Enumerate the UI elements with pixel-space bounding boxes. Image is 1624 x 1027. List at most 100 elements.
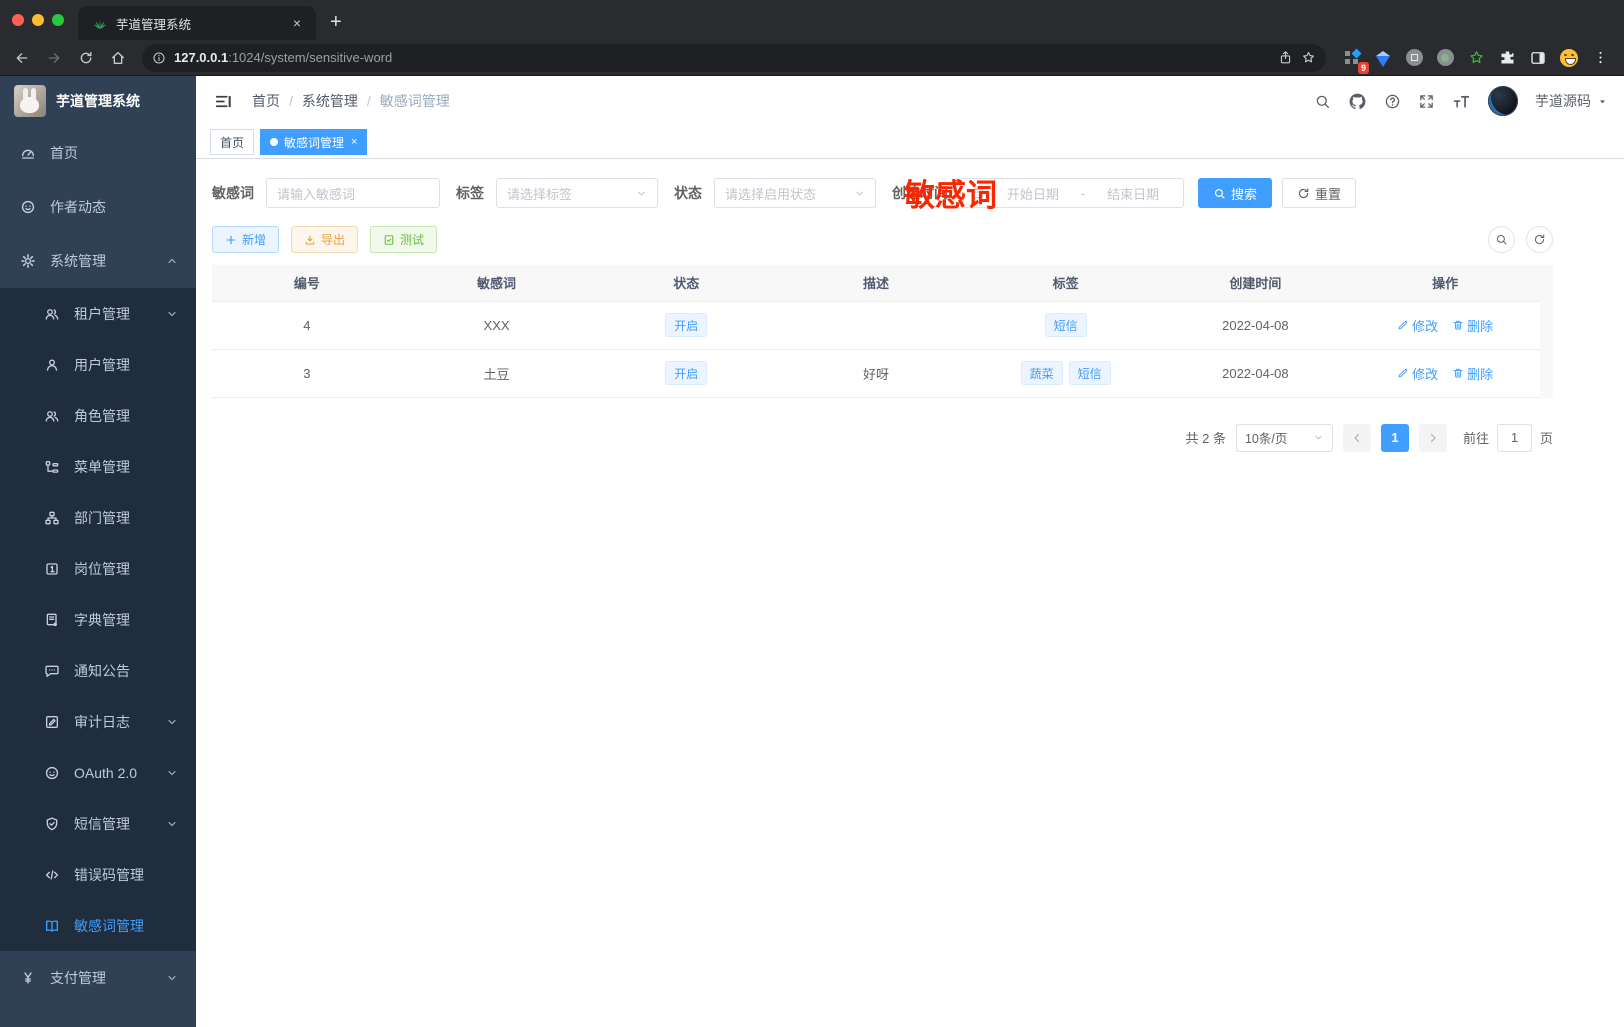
help-icon[interactable] bbox=[1384, 93, 1401, 110]
sidebar-item-label: OAuth 2.0 bbox=[74, 764, 138, 781]
sidebar-item-audit-log[interactable]: 审计日志 bbox=[0, 696, 196, 747]
browser-tab[interactable]: 芋道管理系统 × bbox=[78, 6, 316, 40]
add-button[interactable]: 新增 bbox=[212, 226, 280, 253]
window-zoom-button[interactable] bbox=[52, 14, 64, 26]
browser-menu-icon[interactable] bbox=[1588, 46, 1612, 70]
sidebar-item-role[interactable]: 角色管理 bbox=[0, 390, 196, 441]
yen-icon bbox=[20, 970, 36, 986]
new-tab-button[interactable]: + bbox=[316, 11, 356, 40]
bookmark-star-icon[interactable] bbox=[1301, 50, 1316, 65]
sidebar-item-pay[interactable]: 支付管理 bbox=[0, 951, 196, 1005]
extension-star-icon[interactable] bbox=[1464, 46, 1488, 70]
sidebar-logo[interactable]: 芋道管理系统 bbox=[0, 76, 196, 126]
side-panel-icon[interactable] bbox=[1526, 46, 1550, 70]
back-button[interactable] bbox=[8, 44, 36, 72]
font-size-icon[interactable] bbox=[1452, 92, 1471, 111]
view-tab-home[interactable]: 首页 bbox=[210, 129, 255, 155]
search-icon bbox=[1495, 233, 1508, 246]
sidebar-item-label: 通知公告 bbox=[74, 662, 130, 679]
prev-page-button[interactable] bbox=[1342, 423, 1371, 452]
sidebar-item-system[interactable]: 系统管理 bbox=[0, 234, 196, 288]
sidebar-item-sensitive-word[interactable]: 敏感词管理 bbox=[0, 900, 196, 951]
refresh-table-button[interactable] bbox=[1526, 226, 1553, 253]
status-tag[interactable]: 开启 bbox=[665, 313, 708, 337]
sidebar-item-oauth2[interactable]: OAuth 2.0 bbox=[0, 747, 196, 798]
sidebar-item-author-news[interactable]: 作者动态 bbox=[0, 180, 196, 234]
view-tab-sensitive-word[interactable]: 敏感词管理 × bbox=[260, 129, 368, 155]
next-page-button[interactable] bbox=[1418, 423, 1447, 452]
column-header: 描述 bbox=[781, 265, 971, 301]
chevron-down-icon bbox=[166, 818, 178, 830]
action-label: 删除 bbox=[1467, 318, 1494, 334]
delete-link[interactable]: 删除 bbox=[1452, 316, 1493, 335]
status-tag[interactable]: 开启 bbox=[665, 361, 708, 385]
sidebar-item-home[interactable]: 首页 bbox=[0, 126, 196, 180]
breadcrumb-item[interactable]: 系统管理 bbox=[302, 91, 358, 111]
users-icon bbox=[44, 306, 60, 322]
breadcrumb-item[interactable]: 首页 bbox=[252, 91, 280, 111]
window-controls bbox=[0, 0, 78, 40]
toggle-search-button[interactable] bbox=[1488, 226, 1515, 253]
window-close-button[interactable] bbox=[12, 14, 24, 26]
export-button[interactable]: 导出 bbox=[291, 226, 359, 253]
action-label: 修改 bbox=[1412, 318, 1439, 334]
delete-link[interactable]: 删除 bbox=[1452, 364, 1493, 383]
extension-kite-icon[interactable] bbox=[1371, 46, 1395, 70]
sidebar-item-dept[interactable]: 部门管理 bbox=[0, 492, 196, 543]
address-bar[interactable]: 127.0.0.1:1024/system/sensitive-word bbox=[142, 43, 1326, 72]
github-icon[interactable] bbox=[1348, 92, 1367, 111]
user-avatar[interactable] bbox=[1488, 86, 1518, 116]
tab-close-icon[interactable]: × bbox=[351, 136, 357, 148]
page-size-select[interactable]: 10条/页 bbox=[1235, 423, 1333, 452]
extension-command-icon[interactable] bbox=[1402, 46, 1426, 70]
extension-grid-icon[interactable]: 9 bbox=[1340, 46, 1369, 74]
tab-close-icon[interactable]: × bbox=[288, 15, 306, 31]
table-scroll-gutter bbox=[1540, 265, 1553, 398]
filter-form: 敏感词 请输入敏感词 标签 请选择标签 状态 请选择启用状态 创建时间 开始日期… bbox=[212, 178, 1553, 208]
status-label: 状态 bbox=[674, 185, 702, 201]
status-placeholder: 请选择启用状态 bbox=[725, 186, 817, 202]
search-button[interactable]: 搜索 bbox=[1198, 178, 1273, 208]
code-icon bbox=[44, 867, 60, 883]
forward-button[interactable] bbox=[40, 44, 68, 72]
fullscreen-icon[interactable] bbox=[1418, 93, 1435, 110]
extensions-puzzle-icon[interactable] bbox=[1495, 46, 1519, 70]
edit-link[interactable]: 修改 bbox=[1397, 316, 1438, 335]
badge-icon bbox=[44, 561, 60, 577]
sidebar-item-post[interactable]: 岗位管理 bbox=[0, 543, 196, 594]
reload-button[interactable] bbox=[72, 44, 100, 72]
sidebar-item-label: 支付管理 bbox=[50, 970, 106, 986]
browser-tab-strip: 芋道管理系统 × + bbox=[0, 0, 1624, 40]
sidebar-item-sms[interactable]: 短信管理 bbox=[0, 798, 196, 849]
site-info-icon[interactable] bbox=[152, 51, 166, 65]
reset-button[interactable]: 重置 bbox=[1282, 178, 1357, 208]
goto-page-input[interactable]: 1 bbox=[1496, 423, 1532, 452]
edit-link[interactable]: 修改 bbox=[1397, 364, 1438, 383]
sidebar-item-tenant[interactable]: 租户管理 bbox=[0, 288, 196, 339]
edit-icon bbox=[1397, 367, 1409, 379]
keyword-input[interactable]: 请输入敏感词 bbox=[266, 178, 440, 208]
test-button[interactable]: 测试 bbox=[370, 226, 438, 253]
header-search-icon[interactable] bbox=[1314, 93, 1331, 110]
sidebar-collapse-button[interactable] bbox=[210, 88, 236, 114]
share-icon[interactable] bbox=[1278, 50, 1293, 65]
status-select[interactable]: 请选择启用状态 bbox=[714, 178, 876, 208]
cell-tags: 短信 bbox=[970, 301, 1161, 350]
page-number-1[interactable]: 1 bbox=[1380, 423, 1409, 452]
sidebar-item-label: 作者动态 bbox=[50, 199, 106, 215]
column-header: 敏感词 bbox=[401, 265, 592, 301]
sidebar-item-error-code[interactable]: 错误码管理 bbox=[0, 849, 196, 900]
page-content: 敏感词 请输入敏感词 标签 请选择标签 状态 请选择启用状态 创建时间 开始日期… bbox=[196, 159, 1624, 1027]
cell-actions: 修改 删除 bbox=[1350, 349, 1540, 398]
sidebar-item-notice[interactable]: 通知公告 bbox=[0, 645, 196, 696]
window-minimize-button[interactable] bbox=[32, 14, 44, 26]
tag-select[interactable]: 请选择标签 bbox=[496, 178, 658, 208]
sidebar-item-menu[interactable]: 菜单管理 bbox=[0, 441, 196, 492]
home-button[interactable] bbox=[104, 44, 132, 72]
user-menu[interactable]: 芋道源码 bbox=[1535, 91, 1608, 111]
extension-record-icon[interactable] bbox=[1433, 46, 1457, 70]
sidebar-item-dict[interactable]: 字典管理 bbox=[0, 594, 196, 645]
profile-avatar-emoji[interactable] bbox=[1557, 46, 1581, 70]
sidebar-item-user[interactable]: 用户管理 bbox=[0, 339, 196, 390]
plus-icon bbox=[225, 234, 237, 246]
